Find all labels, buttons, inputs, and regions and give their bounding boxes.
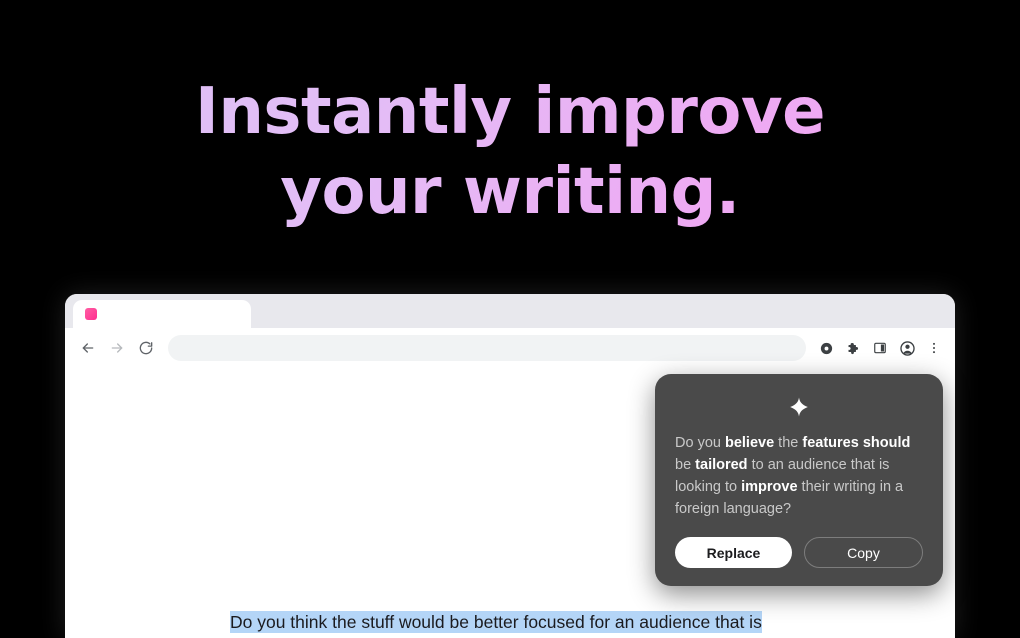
selected-text[interactable]: Do you think the stuff would be better f…: [230, 611, 762, 638]
ai-suggestion-text: Do you believe the features should be ta…: [675, 432, 923, 520]
reload-icon: [139, 341, 153, 355]
side-panel-button[interactable]: [871, 339, 889, 357]
ai-text-emphasis: improve: [741, 479, 798, 495]
ai-text-run: be: [675, 457, 696, 473]
copy-button[interactable]: Copy: [804, 537, 923, 568]
back-button[interactable]: [75, 335, 101, 361]
ai-suggestion-popup: Do you believe the features should be ta…: [655, 374, 943, 586]
promo-screenshot: Instantly improve your writing. Do you t…: [0, 0, 1020, 638]
ai-popup-actions: Replace Copy: [675, 537, 923, 568]
ai-text-run: Do you: [675, 435, 725, 451]
ai-text-emphasis: believe: [724, 435, 775, 451]
profile-avatar-icon: [899, 340, 915, 356]
reload-button[interactable]: [133, 335, 159, 361]
ai-text-emphasis: features should: [802, 435, 911, 451]
arrow-right-icon: [111, 343, 123, 353]
favicon-icon: [85, 308, 97, 320]
sparkle-row: [675, 396, 923, 418]
side-panel-icon: [874, 342, 886, 354]
kebab-menu-icon: [933, 342, 935, 354]
address-bar[interactable]: [168, 335, 806, 361]
extensions-button[interactable]: [844, 339, 862, 357]
puzzle-icon: [848, 342, 858, 354]
replace-button[interactable]: Replace: [675, 537, 792, 568]
ai-text-run: the: [774, 435, 803, 451]
document-text[interactable]: Do you think the stuff would be better f…: [230, 608, 790, 638]
sparkle-icon: [790, 397, 808, 417]
toolbar-actions: [817, 339, 943, 357]
browser-tab-strip: [65, 294, 955, 328]
page-title: Instantly improve your writing.: [0, 72, 1020, 232]
ai-text-emphasis: tailored: [695, 457, 748, 473]
headline-line-1: Instantly improve: [195, 75, 825, 149]
extension-icon: [820, 342, 832, 354]
menu-button[interactable]: [925, 339, 943, 357]
headline-line-2: your writing.: [280, 155, 740, 229]
extension-button[interactable]: [817, 339, 835, 357]
profile-button[interactable]: [898, 339, 916, 357]
arrow-left-icon: [82, 343, 94, 353]
forward-button[interactable]: [104, 335, 130, 361]
browser-tab-active[interactable]: [73, 300, 251, 328]
browser-toolbar: [65, 328, 955, 368]
